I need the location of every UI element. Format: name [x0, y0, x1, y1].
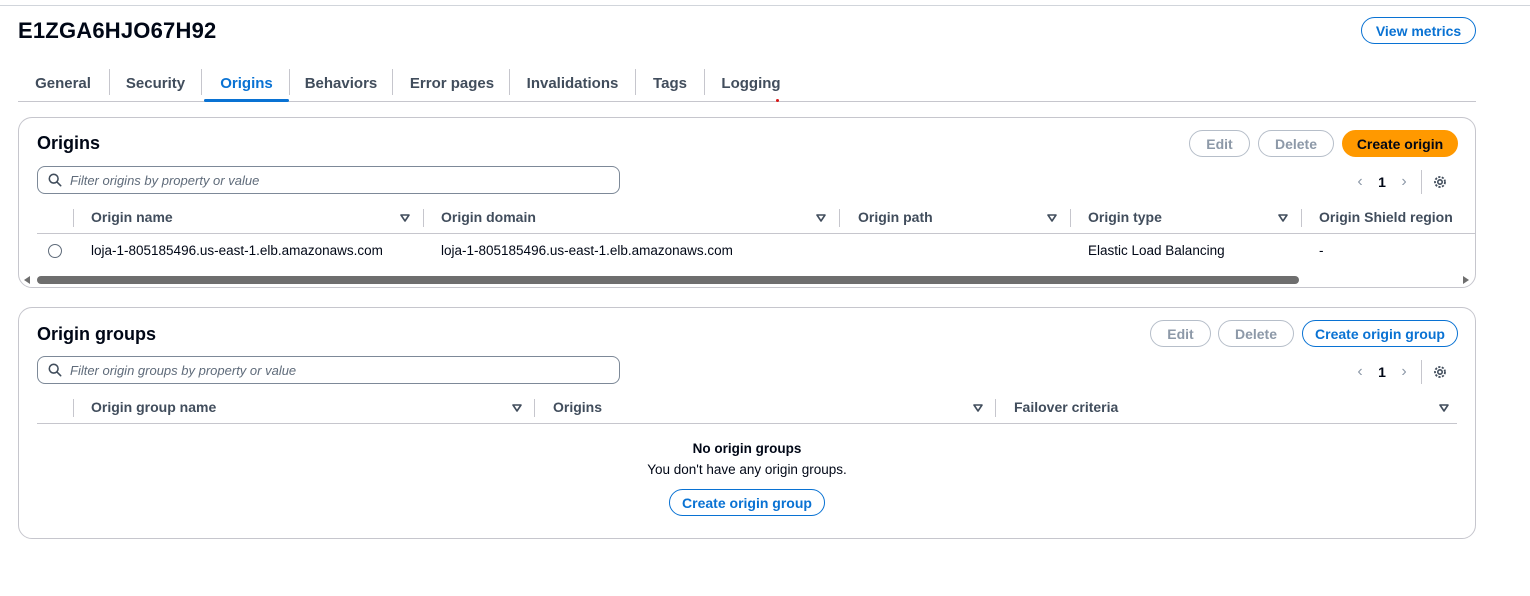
- origin-groups-title: Origin groups: [37, 324, 156, 344]
- tab-tags[interactable]: Tags: [645, 66, 695, 101]
- column-separator: [73, 399, 74, 417]
- tab-separator: [635, 69, 636, 95]
- column-separator: [1070, 209, 1071, 227]
- edit-origin-group-button[interactable]: Edit: [1150, 320, 1211, 347]
- tab-separator: [392, 69, 393, 95]
- sort-caret-icon[interactable]: [816, 214, 826, 222]
- delete-origin-group-button[interactable]: Delete: [1218, 320, 1294, 347]
- column-header-origin-path[interactable]: Origin path: [858, 209, 933, 225]
- origins-filter-input[interactable]: [70, 169, 610, 191]
- column-header-origins[interactable]: Origins: [553, 399, 602, 415]
- origins-pagination: ‹ 1 ›: [1349, 170, 1448, 194]
- column-separator: [73, 209, 74, 227]
- create-origin-button[interactable]: Create origin: [1342, 130, 1458, 157]
- column-separator: [1301, 209, 1302, 227]
- tab-bar: General Security Origins Behaviors Error…: [18, 66, 1476, 102]
- column-separator: [534, 399, 535, 417]
- origin-name-cell: loja-1-805185496.us-east-1.elb.amazonaws…: [91, 243, 383, 258]
- tab-general[interactable]: General: [28, 66, 98, 101]
- empty-state-description: You don't have any origin groups.: [647, 462, 847, 477]
- origin-domain-cell: loja-1-805185496.us-east-1.elb.amazonaws…: [441, 243, 733, 258]
- origin-groups-pagination: ‹ 1 ›: [1349, 360, 1448, 384]
- origins-panel: Origins Edit Delete Create origin ‹ 1 › …: [18, 117, 1476, 288]
- delete-origin-button[interactable]: Delete: [1258, 130, 1334, 157]
- column-header-origin-domain[interactable]: Origin domain: [441, 209, 536, 225]
- top-divider: [0, 5, 1530, 6]
- gear-icon[interactable]: [1432, 174, 1448, 190]
- header-divider: [37, 233, 1475, 234]
- origins-filter[interactable]: [37, 166, 620, 194]
- gear-icon[interactable]: [1432, 364, 1448, 380]
- header-divider: [37, 423, 1457, 424]
- tab-invalidations[interactable]: Invalidations: [518, 66, 627, 101]
- column-separator: [423, 209, 424, 227]
- column-header-origin-shield-region[interactable]: Origin Shield region: [1319, 209, 1453, 225]
- view-metrics-button[interactable]: View metrics: [1361, 17, 1476, 44]
- sort-caret-icon[interactable]: [400, 214, 410, 222]
- tab-origins[interactable]: Origins: [204, 66, 289, 102]
- create-origin-group-button[interactable]: Create origin group: [1302, 320, 1458, 347]
- pager-separator: [1421, 360, 1422, 384]
- chevron-right-icon[interactable]: ›: [1393, 362, 1415, 382]
- tab-logging[interactable]: Logging: [714, 66, 788, 101]
- scrollbar-thumb[interactable]: [37, 276, 1299, 284]
- page-number[interactable]: 1: [1371, 174, 1393, 190]
- tab-security[interactable]: Security: [119, 66, 192, 101]
- empty-create-origin-group-button[interactable]: Create origin group: [669, 489, 825, 516]
- row-select-radio[interactable]: [48, 244, 62, 258]
- pager-separator: [1421, 170, 1422, 194]
- tab-separator: [109, 69, 110, 95]
- column-header-origin-type[interactable]: Origin type: [1088, 209, 1162, 225]
- scroll-right-arrow-icon[interactable]: [1463, 276, 1469, 284]
- column-header-origin-group-name[interactable]: Origin group name: [91, 399, 216, 415]
- page-number[interactable]: 1: [1371, 364, 1393, 380]
- tab-behaviors[interactable]: Behaviors: [300, 66, 382, 101]
- search-icon: [48, 363, 62, 377]
- tab-error-pages[interactable]: Error pages: [403, 66, 501, 101]
- sort-caret-icon[interactable]: [1439, 404, 1449, 412]
- sort-caret-icon[interactable]: [1278, 214, 1288, 222]
- column-separator: [995, 399, 996, 417]
- origin-groups-filter[interactable]: [37, 356, 620, 384]
- origin-groups-filter-input[interactable]: [70, 359, 610, 381]
- chevron-left-icon[interactable]: ‹: [1349, 172, 1371, 192]
- scroll-left-arrow-icon[interactable]: [24, 276, 30, 284]
- origin-type-cell: Elastic Load Balancing: [1088, 243, 1225, 258]
- empty-state-title: No origin groups: [692, 441, 802, 456]
- origin-groups-panel: Origin groups Edit Delete Create origin …: [18, 307, 1476, 539]
- sort-caret-icon[interactable]: [512, 404, 522, 412]
- edit-origin-button[interactable]: Edit: [1189, 130, 1250, 157]
- chevron-right-icon[interactable]: ›: [1393, 172, 1415, 192]
- column-header-origin-name[interactable]: Origin name: [91, 209, 173, 225]
- horizontal-scrollbar[interactable]: [19, 274, 1475, 286]
- tab-separator: [704, 69, 705, 95]
- origin-shield-cell: -: [1319, 243, 1324, 258]
- tab-separator: [509, 69, 510, 95]
- origins-title: Origins: [37, 133, 101, 153]
- search-icon: [48, 173, 62, 187]
- column-header-failover-criteria[interactable]: Failover criteria: [1014, 399, 1118, 415]
- notification-dot: [776, 99, 779, 102]
- page-title: E1ZGA6HJO67H92: [18, 18, 217, 43]
- chevron-left-icon[interactable]: ‹: [1349, 362, 1371, 382]
- column-separator: [839, 209, 840, 227]
- sort-caret-icon[interactable]: [973, 404, 983, 412]
- tab-separator: [201, 69, 202, 95]
- sort-caret-icon[interactable]: [1047, 214, 1057, 222]
- tab-separator: [289, 69, 290, 95]
